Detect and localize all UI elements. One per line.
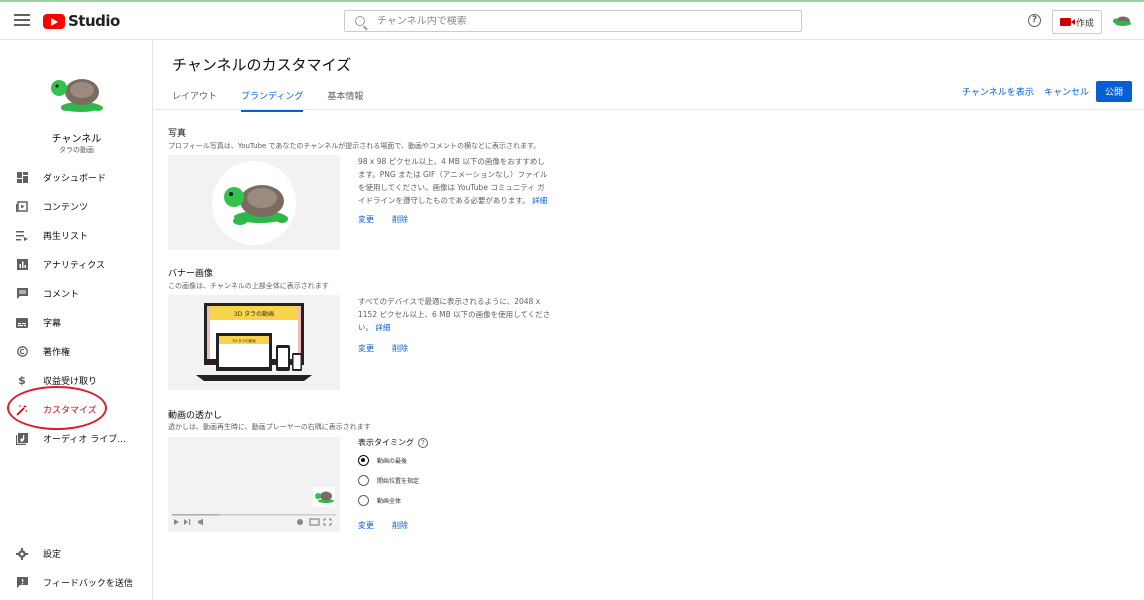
sidebar-item-label: アナリティクス bbox=[43, 261, 106, 271]
banner-section-title: バナー画像 bbox=[168, 269, 214, 279]
help-icon[interactable]: ? bbox=[1028, 14, 1041, 27]
publish-button[interactable]: 公開 bbox=[1096, 81, 1132, 102]
banner-preview: 3D タラの動画 3D タラの動画 bbox=[168, 295, 340, 390]
channel-label: チャンネル bbox=[51, 134, 102, 145]
main-content: チャンネルのカスタマイズ レイアウト ブランディング 基本情報 チャンネルを表示… bbox=[154, 41, 1144, 600]
cancel-button[interactable]: キャンセル bbox=[1044, 85, 1089, 98]
radio-option-label: 動画全体 bbox=[377, 498, 402, 505]
radio-option-end-of-video[interactable]: 動画の最後 bbox=[358, 455, 407, 466]
sidebar-bottom-nav: 設定 フィードバックを送信 bbox=[0, 539, 153, 597]
sidebar-item-label: フィードバックを送信 bbox=[43, 579, 133, 589]
content-icon bbox=[16, 201, 28, 213]
display-timing-text: 表示タイミング bbox=[358, 438, 414, 447]
watermark-delete-button[interactable]: 削除 bbox=[392, 520, 408, 531]
watermark-section-title: 動画の透かし bbox=[168, 411, 223, 421]
display-timing-label: 表示タイミング ? bbox=[358, 437, 428, 448]
subtitles-icon bbox=[16, 317, 28, 329]
video-camera-icon bbox=[1059, 18, 1075, 26]
sidebar-item-label: コンテンツ bbox=[43, 203, 89, 213]
radio-button[interactable] bbox=[358, 495, 369, 506]
sidebar-item-comments[interactable]: コメント bbox=[0, 279, 153, 308]
channel-name: タラの動画 bbox=[59, 146, 94, 154]
hamburger-menu-icon[interactable] bbox=[14, 12, 30, 28]
banner-image-text: 3D タラの動画 bbox=[234, 310, 274, 318]
create-button-label: 作成 bbox=[1075, 18, 1094, 29]
turtle-avatar-image bbox=[224, 185, 288, 225]
profile-photo-circle bbox=[212, 161, 296, 245]
banner-delete-button[interactable]: 削除 bbox=[392, 343, 408, 354]
sidebar-item-label: 字幕 bbox=[43, 319, 62, 329]
banner-info-text: すべてのデバイスで最適に表示されるように、2048 x 1152 ピクセル以上、… bbox=[358, 295, 552, 334]
banner-image-text-small: 3D タラの動画 bbox=[232, 338, 256, 343]
sidebar-item-content[interactable]: コンテンツ bbox=[0, 192, 153, 221]
photo-detail-link[interactable]: 詳細 bbox=[532, 196, 547, 205]
photo-change-button[interactable]: 変更 bbox=[358, 214, 374, 225]
copyright-icon bbox=[16, 346, 28, 358]
radio-button-selected[interactable] bbox=[358, 455, 369, 466]
sidebar-item-settings[interactable]: 設定 bbox=[0, 539, 153, 568]
sidebar-item-dashboard[interactable]: ダッシュボード bbox=[0, 163, 153, 192]
radio-button[interactable] bbox=[358, 475, 369, 486]
photo-delete-button[interactable]: 削除 bbox=[392, 214, 408, 225]
radio-option-custom-start[interactable]: 開始位置を指定 bbox=[358, 475, 419, 486]
help-question-icon[interactable]: ? bbox=[418, 437, 428, 448]
banner-section-desc: この画像は、チャンネルの上部全体に表示されます bbox=[168, 282, 329, 290]
search-bar[interactable] bbox=[344, 10, 802, 32]
youtube-play-icon bbox=[43, 13, 65, 29]
banner-device-illustration: 3D タラの動画 3D タラの動画 bbox=[196, 303, 312, 381]
analytics-icon bbox=[16, 259, 28, 271]
photo-info-text: 98 x 98 ピクセル以上、4 MB 以下の画像をおすすめします。PNG また… bbox=[358, 155, 552, 207]
sidebar-item-label: 著作権 bbox=[43, 348, 71, 358]
sidebar-item-label: オーディオ ライブ... bbox=[43, 435, 126, 445]
view-channel-link[interactable]: チャンネルを表示 bbox=[962, 85, 1034, 98]
sidebar-item-subtitles[interactable]: 字幕 bbox=[0, 308, 153, 337]
feedback-icon bbox=[16, 577, 28, 589]
photo-info-body: 98 x 98 ピクセル以上、4 MB 以下の画像をおすすめします。PNG また… bbox=[358, 157, 548, 205]
video-player-illustration bbox=[168, 437, 340, 532]
sidebar-item-analytics[interactable]: アナリティクス bbox=[0, 250, 153, 279]
search-input[interactable] bbox=[377, 15, 777, 27]
studio-logo[interactable]: Studio bbox=[43, 12, 120, 30]
dashboard-icon bbox=[16, 172, 28, 184]
sidebar-item-label: コメント bbox=[43, 290, 80, 300]
comment-icon bbox=[16, 288, 28, 300]
audio-library-icon bbox=[16, 432, 28, 445]
profile-photo-preview bbox=[168, 155, 340, 250]
highlight-circle-annotation bbox=[7, 386, 107, 430]
watermark-change-button[interactable]: 変更 bbox=[358, 520, 374, 531]
gear-icon bbox=[16, 547, 28, 560]
banner-detail-link[interactable]: 詳細 bbox=[375, 323, 390, 332]
sidebar-item-copyright[interactable]: 著作権 bbox=[0, 337, 153, 366]
page-title: チャンネルのカスタマイズ bbox=[172, 56, 352, 74]
playlist-icon bbox=[16, 230, 28, 242]
photo-section-title: 写真 bbox=[168, 129, 187, 139]
radio-option-label: 開始位置を指定 bbox=[377, 478, 420, 485]
radio-option-entire-video[interactable]: 動画全体 bbox=[358, 495, 401, 506]
watermark-preview bbox=[168, 437, 340, 532]
top-bar: Studio ? 作成 bbox=[0, 0, 1144, 40]
sidebar-item-audio-library[interactable]: オーディオ ライブ... bbox=[0, 424, 153, 453]
photo-section-desc: プロフィール写真は、YouTube であなたのチャンネルが提示される場面で、動画… bbox=[168, 142, 541, 150]
create-button[interactable]: 作成 bbox=[1052, 10, 1102, 34]
radio-option-label: 動画の最後 bbox=[377, 458, 408, 465]
logo-text: Studio bbox=[68, 12, 120, 30]
account-avatar[interactable] bbox=[1112, 12, 1132, 28]
sidebar-item-label: 収益受け取り bbox=[43, 377, 98, 387]
banner-change-button[interactable]: 変更 bbox=[358, 343, 374, 354]
channel-avatar[interactable] bbox=[46, 67, 106, 117]
dollar-icon: $ bbox=[18, 374, 26, 387]
watermark-section-desc: 透かしは、動画再生時に、動画プレーヤーの右隅に表示されます bbox=[168, 423, 371, 431]
sidebar-item-feedback[interactable]: フィードバックを送信 bbox=[0, 568, 153, 597]
sidebar-item-label: ダッシュボード bbox=[43, 174, 107, 184]
sidebar: チャンネル タラの動画 ダッシュボード コンテンツ 再生リスト アナリティクス bbox=[0, 41, 153, 600]
sidebar-item-playlists[interactable]: 再生リスト bbox=[0, 221, 153, 250]
header-divider bbox=[154, 109, 1144, 110]
sidebar-item-label: 設定 bbox=[43, 550, 62, 560]
search-icon bbox=[355, 16, 365, 26]
sidebar-item-label: 再生リスト bbox=[43, 232, 89, 242]
